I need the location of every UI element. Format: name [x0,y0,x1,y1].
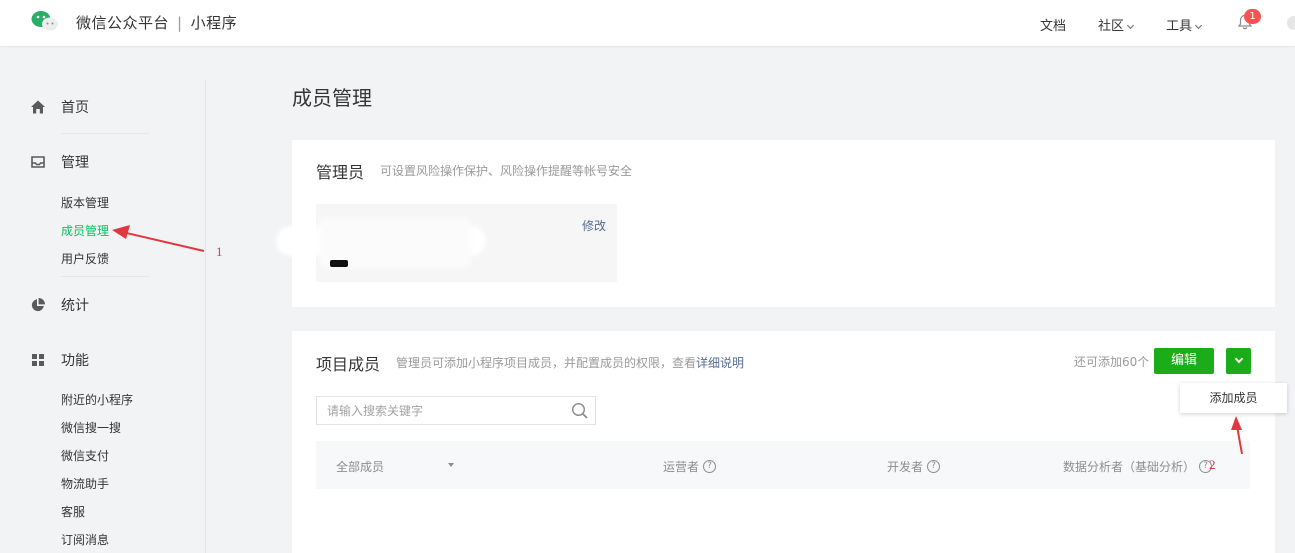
members-card: 项目成员 管理员可添加小程序项目成员，并配置成员的权限，查看详细说明 还可添加6… [292,331,1275,553]
column-label: 全部成员 [336,460,385,474]
inbox-icon [30,154,46,170]
sidebar-group-stats[interactable]: 统计 [30,293,89,317]
sidebar-group-manage[interactable]: 管理 [30,150,89,174]
sidebar-item-members[interactable]: 成员管理 [61,222,109,239]
remaining-count: 还可添加60个 [1074,355,1150,369]
brand-name: 微信公众平台 [76,14,170,32]
annotation-arrow [1231,416,1243,455]
members-table-header: 全部成员 运营者? 开发者? 数据分析者（基础分析）? [316,441,1250,489]
annotation-arrow [112,225,205,252]
column-label: 开发者 [887,460,924,474]
nav-community[interactable]: 社区 [1098,15,1135,34]
admin-description: 可设置风险操作保护、风险操作提醒等帐号安全 [380,164,633,178]
pie-chart-icon [30,297,46,313]
sidebar-divider [61,133,149,134]
nav-tools-label: 工具 [1166,19,1193,34]
sidebar-item-subscribe[interactable]: 订阅消息 [61,531,109,548]
column-analyst: 数据分析者（基础分析）? [1063,458,1213,475]
help-icon[interactable]: ? [703,460,717,473]
nav-community-label: 社区 [1098,19,1125,34]
sidebar-item-feedback[interactable]: 用户反馈 [61,250,109,267]
members-description-text: 管理员可添加小程序项目成员，并配置成员的权限，查看 [396,356,697,370]
search-input[interactable] [317,397,557,424]
wechat-logo-icon[interactable] [30,9,60,33]
brand-separator: | [177,14,183,32]
grid-icon [30,352,46,368]
members-description: 管理员可添加小程序项目成员，并配置成员的权限，查看详细说明 [396,354,744,371]
column-label: 数据分析者（基础分析） [1063,460,1196,474]
nav-tools[interactable]: 工具 [1166,15,1203,34]
redacted-mark [330,260,348,267]
chevron-down-icon [1234,354,1243,364]
sidebar-item-nearby[interactable]: 附近的小程序 [61,391,133,408]
sidebar-item-pay[interactable]: 微信支付 [61,447,109,464]
sidebar-item-label: 管理 [61,155,89,171]
column-operator: 运营者? [663,458,717,475]
more-dropdown-button[interactable] [1226,348,1251,374]
admin-edit-link[interactable]: 修改 [582,217,606,234]
members-title: 项目成员 [316,355,381,374]
caret-down-icon[interactable] [448,463,454,467]
sidebar-divider [61,276,149,277]
search-box [316,396,596,425]
edit-button[interactable]: 编辑 [1154,348,1214,374]
avatar[interactable] [1287,16,1295,30]
admin-title: 管理员 [316,163,365,182]
top-bar: 微信公众平台 | 小程序 文档 社区 工具 1 [0,0,1295,46]
details-link[interactable]: 详细说明 [696,356,744,370]
help-icon[interactable]: ? [927,460,941,473]
filter-all-members[interactable]: 全部成员 [336,458,384,475]
admin-info-box: 修改 [276,204,617,282]
column-label: 运营者 [663,460,700,474]
admin-card: 管理员 可设置风险操作保护、风险操作提醒等帐号安全 修改 [276,140,1275,307]
chevron-down-icon [1126,21,1135,30]
page-title: 成员管理 [292,86,372,110]
sidebar-item-service[interactable]: 客服 [61,503,85,520]
column-developer: 开发者? [887,458,941,475]
annotation-number: 1 [216,244,223,259]
sidebar-item-label: 统计 [61,298,89,314]
sidebar-item-search[interactable]: 微信搜一搜 [61,419,121,436]
sidebar-group-features[interactable]: 功能 [30,348,89,372]
sidebar-item-version[interactable]: 版本管理 [61,194,109,211]
brand-title[interactable]: 微信公众平台 | 小程序 [76,12,237,33]
chevron-down-icon [1194,21,1203,30]
brand-product: 小程序 [190,14,238,32]
notification-badge: 1 [1244,9,1261,24]
search-icon[interactable] [571,402,589,420]
nav-docs[interactable]: 文档 [1040,15,1066,34]
sidebar-item-home[interactable]: 首页 [30,95,89,119]
annotation-number: 2 [1209,457,1216,472]
sidebar-item-label: 首页 [61,100,89,116]
sidebar-item-label: 功能 [61,353,89,369]
home-icon [30,99,46,115]
add-member-menu-item[interactable]: 添加成员 [1180,383,1287,413]
sidebar-item-logistics[interactable]: 物流助手 [61,475,109,492]
